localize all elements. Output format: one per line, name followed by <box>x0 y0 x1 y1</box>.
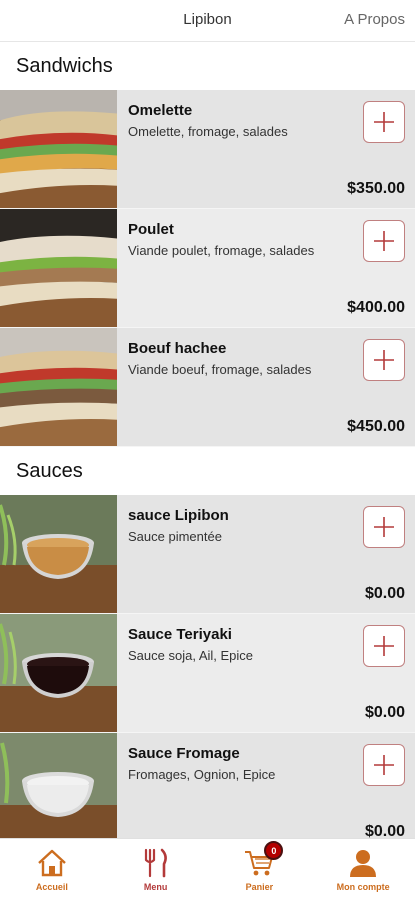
item-price: $0.00 <box>364 585 405 602</box>
item-name: Omelette <box>128 102 193 119</box>
menu-list[interactable]: Sandwichs Omelette Omelette, fromage, sa… <box>0 42 415 838</box>
item-price: $350.00 <box>347 180 405 197</box>
item-price: $0.00 <box>364 704 405 721</box>
nav-menu-label: Menu <box>143 882 168 892</box>
app-screen: Lipibon A Propos Sandwichs Omelette Omel… <box>0 0 415 900</box>
sauce-bowl-dark-image <box>0 614 117 732</box>
plus-icon <box>374 517 394 537</box>
add-button[interactable] <box>363 506 405 548</box>
sauce-bowl-white-image <box>0 733 117 838</box>
list-item[interactable]: Boeuf hachee Viande boeuf, fromage, sala… <box>0 328 415 447</box>
list-item[interactable]: sauce Lipibon Sauce pimentée $0.00 <box>0 495 415 614</box>
item-price: $0.00 <box>364 823 405 838</box>
section-title-sauces: Sauces <box>0 447 415 495</box>
list-item[interactable]: Sauce Fromage Fromages, Ognion, Epice $0… <box>0 733 415 838</box>
nav-home[interactable]: Accueil <box>0 839 104 900</box>
user-icon <box>346 847 380 879</box>
nav-home-label: Accueil <box>35 882 68 892</box>
add-button[interactable] <box>363 220 405 262</box>
item-name: Poulet <box>128 221 174 238</box>
plus-icon <box>374 350 394 370</box>
home-icon <box>35 847 69 879</box>
item-name: Sauce Fromage <box>128 745 240 762</box>
section-title-sandwichs: Sandwichs <box>0 42 415 90</box>
sandwich-boeuf-image <box>0 328 117 446</box>
sandwich-poulet-image <box>0 209 117 327</box>
bottom-nav: Accueil Menu 0 Panier Mon compte <box>0 838 415 900</box>
item-name: sauce Lipibon <box>128 507 229 524</box>
add-button[interactable] <box>363 625 405 667</box>
item-description: Fromages, Ognion, Epice <box>128 767 276 782</box>
item-description: Viande poulet, fromage, salades <box>128 243 315 258</box>
item-description: Viande boeuf, fromage, salades <box>128 362 312 377</box>
cart-icon: 0 <box>242 841 284 879</box>
nav-account[interactable]: Mon compte <box>311 839 415 900</box>
add-button[interactable] <box>363 101 405 143</box>
plus-icon <box>374 636 394 656</box>
add-button[interactable] <box>363 744 405 786</box>
nav-cart[interactable]: 0 Panier <box>208 839 312 900</box>
item-name: Sauce Teriyaki <box>128 626 232 643</box>
item-description: Omelette, fromage, salades <box>128 124 288 139</box>
nav-menu[interactable]: Menu <box>104 839 208 900</box>
item-price: $400.00 <box>347 299 405 316</box>
plus-icon <box>374 112 394 132</box>
top-bar: Lipibon A Propos <box>0 0 415 42</box>
item-name: Boeuf hachee <box>128 340 227 357</box>
nav-account-label: Mon compte <box>336 882 390 892</box>
sauce-bowl-orange-image <box>0 495 117 613</box>
plus-icon <box>374 755 394 775</box>
item-description: Sauce soja, Ail, Epice <box>128 648 254 663</box>
list-item[interactable]: Poulet Viande poulet, fromage, salades $… <box>0 209 415 328</box>
item-description: Sauce pimentée <box>128 529 222 544</box>
about-link[interactable]: A Propos <box>344 11 405 28</box>
cart-count-badge: 0 <box>264 841 284 860</box>
list-item[interactable]: Sauce Teriyaki Sauce soja, Ail, Epice $0… <box>0 614 415 733</box>
nav-cart-label: Panier <box>245 882 274 892</box>
list-item[interactable]: Omelette Omelette, fromage, salades $350… <box>0 90 415 209</box>
item-price: $450.00 <box>347 418 405 435</box>
add-button[interactable] <box>363 339 405 381</box>
fork-knife-icon <box>139 847 173 879</box>
plus-icon <box>374 231 394 251</box>
sandwich-omelette-image <box>0 90 117 208</box>
